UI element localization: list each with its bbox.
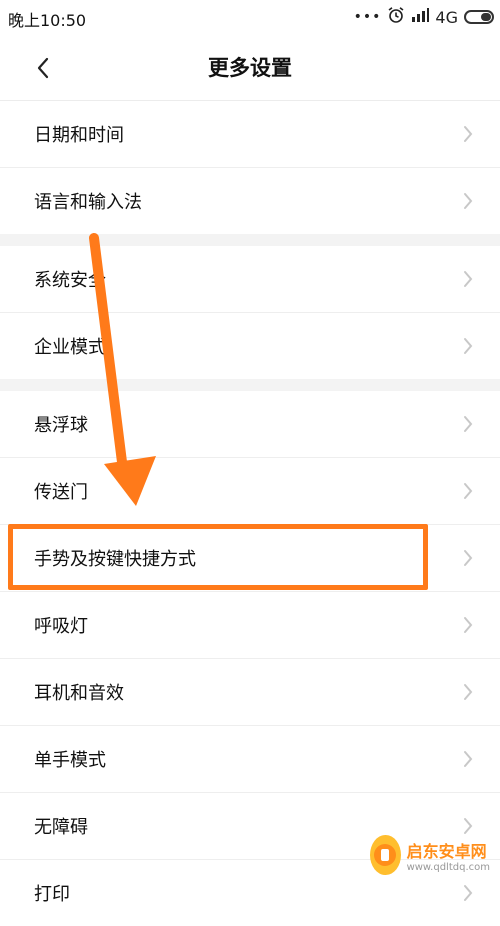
- settings-item-language-input[interactable]: 语言和输入法: [0, 168, 500, 234]
- settings-item-label: 耳机和音效: [34, 683, 124, 704]
- section-divider: [0, 379, 500, 391]
- settings-item-label: 企业模式: [34, 337, 106, 358]
- settings-item-label: 手势及按键快捷方式: [34, 549, 196, 570]
- settings-item-label: 日期和时间: [34, 125, 124, 146]
- chevron-right-icon: [464, 193, 473, 209]
- settings-item-portal[interactable]: 传送门: [0, 458, 500, 525]
- page-title: 更多设置: [208, 56, 292, 80]
- watermark-title: 启东安卓网: [406, 841, 487, 861]
- alarm-icon: [387, 6, 405, 28]
- settings-item-label: 语言和输入法: [34, 192, 142, 213]
- status-bar: 晚上10:50 ••• 4G: [0, 0, 500, 34]
- settings-item-enterprise-mode[interactable]: 企业模式: [0, 313, 500, 379]
- settings-item-label: 呼吸灯: [34, 616, 88, 637]
- chevron-right-icon: [464, 416, 473, 432]
- settings-item-label: 悬浮球: [34, 415, 88, 436]
- chevron-right-icon: [464, 483, 473, 499]
- chevron-right-icon: [464, 885, 473, 901]
- top-app-bar: 更多设置: [0, 34, 500, 101]
- network-type: 4G: [435, 7, 458, 27]
- chevron-left-icon: [37, 57, 49, 79]
- watermark-logo-icon: [370, 835, 401, 875]
- chevron-right-icon: [464, 617, 473, 633]
- status-time: 晚上10:50: [8, 11, 87, 30]
- section-divider: [0, 234, 500, 246]
- settings-item-one-handed-mode[interactable]: 单手模式: [0, 726, 500, 793]
- more-dots-icon: •••: [353, 9, 382, 25]
- signal-icon: [411, 7, 430, 27]
- settings-item-headphones-audio[interactable]: 耳机和音效: [0, 659, 500, 726]
- status-icons: ••• 4G: [354, 6, 494, 28]
- watermark: 启东安卓网 www.qdltdq.com: [370, 829, 490, 881]
- settings-item-notification-light[interactable]: 呼吸灯: [0, 592, 500, 659]
- chevron-right-icon: [464, 338, 473, 354]
- settings-item-system-security[interactable]: 系统安全: [0, 246, 500, 313]
- settings-item-gestures-shortcuts[interactable]: 手势及按键快捷方式: [0, 525, 500, 592]
- settings-item-label: 无障碍: [34, 817, 88, 838]
- settings-list: 日期和时间 语言和输入法 系统安全 企业模式 悬浮球 传送门 手势及按键快捷方式…: [0, 101, 500, 926]
- battery-icon: [464, 10, 494, 24]
- back-button[interactable]: [32, 56, 56, 80]
- settings-item-label: 打印: [34, 884, 70, 905]
- watermark-text: 启东安卓网 www.qdltdq.com: [407, 838, 490, 873]
- settings-item-date-time[interactable]: 日期和时间: [0, 101, 500, 168]
- settings-group: 日期和时间 语言和输入法: [0, 101, 500, 234]
- chevron-right-icon: [464, 550, 473, 566]
- chevron-right-icon: [464, 751, 473, 767]
- settings-item-label: 系统安全: [34, 270, 106, 291]
- chevron-right-icon: [464, 684, 473, 700]
- watermark-url: www.qdltdq.com: [406, 861, 490, 873]
- settings-item-floating-ball[interactable]: 悬浮球: [0, 391, 500, 458]
- chevron-right-icon: [464, 126, 473, 142]
- chevron-right-icon: [464, 271, 473, 287]
- settings-item-label: 传送门: [34, 482, 88, 503]
- settings-item-label: 单手模式: [34, 750, 106, 771]
- settings-group: 系统安全 企业模式: [0, 246, 500, 379]
